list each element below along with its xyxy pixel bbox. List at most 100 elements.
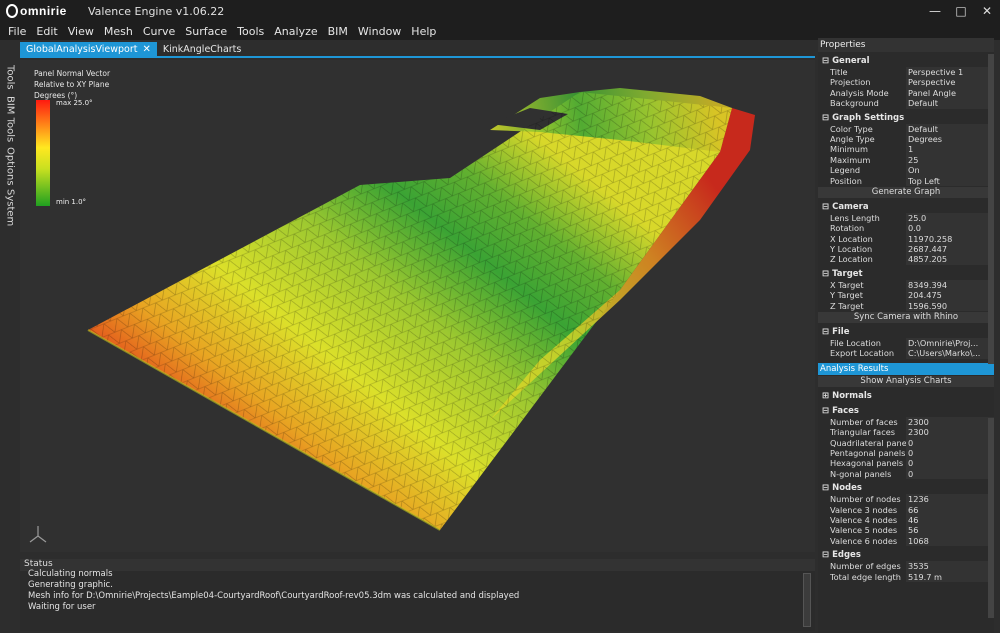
property-row: PositionTop Left▾ bbox=[818, 175, 994, 186]
menu-item-bim[interactable]: BIM bbox=[328, 25, 348, 38]
property-row: Quadrilateral panels 0 bbox=[818, 437, 994, 448]
property-value[interactable]: 204.475 bbox=[906, 290, 994, 301]
property-value[interactable]: 11970.258 bbox=[906, 233, 994, 245]
properties-scrollbar[interactable] bbox=[988, 54, 994, 364]
status-scrollbar[interactable] bbox=[803, 573, 811, 627]
property-label: Triangular faces bbox=[830, 427, 895, 438]
property-value[interactable]: 0.0 bbox=[906, 223, 994, 234]
property-label: Analysis Mode bbox=[830, 87, 889, 98]
show-analysis-charts-button[interactable]: Show Analysis Charts bbox=[818, 375, 994, 387]
property-label: Valence 5 nodes bbox=[830, 525, 898, 536]
property-value[interactable]: 2300 bbox=[906, 416, 994, 428]
properties-title: Properties bbox=[818, 38, 994, 52]
maximize-icon[interactable]: □ bbox=[948, 0, 974, 22]
minimize-icon[interactable]: — bbox=[922, 0, 948, 22]
property-value[interactable]: 0 bbox=[906, 447, 994, 459]
property-value[interactable]: Default bbox=[906, 123, 994, 134]
group-graph-settings[interactable]: ⊟ Graph Settings bbox=[818, 113, 994, 124]
group-general[interactable]: ⊟ General bbox=[818, 56, 994, 67]
group-normals[interactable]: ⊞ Normals bbox=[818, 391, 994, 402]
target-button[interactable]: Sync Camera with Rhino bbox=[818, 312, 994, 324]
property-value[interactable]: 519.7 m bbox=[906, 571, 994, 582]
property-value[interactable]: 1 bbox=[906, 144, 994, 155]
property-value[interactable]: 25 bbox=[906, 154, 994, 166]
property-value[interactable]: 2687.447 bbox=[906, 244, 994, 255]
property-value[interactable]: 46 bbox=[906, 514, 994, 526]
property-value[interactable]: C:\Users\Marko\... bbox=[906, 348, 994, 359]
property-value[interactable]: 25.0 bbox=[906, 212, 994, 224]
menu-item-tools[interactable]: Tools bbox=[237, 25, 264, 38]
tab-kink-angle-charts[interactable]: KinkAngleCharts bbox=[157, 42, 247, 56]
side-tab-options[interactable]: Options bbox=[2, 146, 18, 186]
omnirie-logo: omnirie bbox=[6, 4, 86, 18]
close-icon[interactable]: ✕ bbox=[974, 0, 1000, 22]
property-value[interactable]: 0 bbox=[906, 468, 994, 480]
property-value[interactable]: 8349.394 bbox=[906, 279, 994, 291]
menu-item-view[interactable]: View bbox=[68, 25, 94, 38]
property-value[interactable]: 3535 bbox=[906, 561, 994, 572]
group-file[interactable]: ⊟ File bbox=[818, 327, 994, 338]
property-value[interactable]: 66 bbox=[906, 504, 994, 515]
property-value[interactable]: Degrees bbox=[906, 133, 994, 145]
group-faces[interactable]: ⊟ Faces bbox=[818, 406, 994, 417]
property-row: Analysis ModePanel Angle▾ bbox=[818, 87, 994, 99]
app-title: Valence Engine v1.06.22 bbox=[88, 4, 225, 18]
property-row: Lens Length 25.0 bbox=[818, 212, 994, 224]
status-line: Generating graphic. bbox=[28, 580, 113, 590]
group-nodes[interactable]: ⊟ Nodes bbox=[818, 483, 994, 494]
property-row: File Location D:\Omnirie\Proj... bbox=[818, 338, 994, 349]
property-value[interactable]: 2300 bbox=[906, 427, 994, 438]
menu-item-analyze[interactable]: Analyze bbox=[274, 25, 317, 38]
property-value[interactable]: 0 bbox=[906, 437, 994, 448]
property-row: Y Location 2687.447 bbox=[818, 244, 994, 255]
group-target[interactable]: ⊟ Target bbox=[818, 269, 994, 280]
menu-item-file[interactable]: File bbox=[8, 25, 26, 38]
property-label: Title bbox=[830, 67, 848, 77]
property-label: Total edge length bbox=[830, 571, 901, 582]
side-tabs: Tools BIM Tools Options System bbox=[2, 62, 18, 252]
property-label: Angle Type bbox=[830, 133, 875, 144]
property-value[interactable]: On bbox=[906, 165, 994, 176]
property-value[interactable]: 56 bbox=[906, 525, 994, 536]
menu-item-edit[interactable]: Edit bbox=[36, 25, 57, 38]
menu-item-help[interactable]: Help bbox=[411, 25, 436, 38]
property-label: Pentagonal panels bbox=[830, 447, 906, 458]
property-row: Color TypeDefault▾ bbox=[818, 123, 994, 134]
property-row: Total edge length 519.7 m bbox=[818, 571, 994, 582]
graph-settings-button[interactable]: Generate Graph bbox=[818, 186, 994, 198]
results-scrollbar[interactable] bbox=[988, 418, 994, 618]
group-camera[interactable]: ⊟ Camera bbox=[818, 202, 994, 213]
property-value[interactable]: Perspective bbox=[906, 77, 994, 88]
property-value[interactable]: Panel Angle bbox=[906, 87, 994, 99]
property-value[interactable]: Top Left bbox=[906, 175, 994, 186]
property-label: Valence 3 nodes bbox=[830, 504, 898, 515]
group-edges[interactable]: ⊟ Edges bbox=[818, 550, 994, 561]
menu-item-surface[interactable]: Surface bbox=[185, 25, 227, 38]
side-tab-system[interactable]: System bbox=[2, 189, 18, 226]
property-value[interactable]: 4857.205 bbox=[906, 254, 994, 265]
legend-max-label: max 25.0° bbox=[56, 99, 93, 107]
property-row: Rotation 0.0 bbox=[818, 223, 994, 234]
side-tab-tools[interactable]: Tools bbox=[2, 62, 18, 92]
property-value[interactable]: 0 bbox=[906, 458, 994, 469]
analysis-viewport[interactable]: Panel Normal Vector Relative to XY Plane… bbox=[20, 60, 815, 552]
property-value[interactable]: 1596.590 bbox=[906, 300, 994, 312]
property-label: Background bbox=[830, 98, 879, 109]
tab-global-analysis-viewport[interactable]: GlobalAnalysisViewport ✕ bbox=[20, 42, 157, 56]
side-tab-bim-tools[interactable]: BIM Tools bbox=[2, 96, 18, 142]
property-value[interactable]: 1236 bbox=[906, 494, 994, 505]
property-row: Valence 6 nodes 1068 bbox=[818, 535, 994, 547]
menu-item-mesh[interactable]: Mesh bbox=[104, 25, 133, 38]
property-label: Rotation bbox=[830, 223, 865, 234]
menu-item-window[interactable]: Window bbox=[358, 25, 401, 38]
property-label: Number of faces bbox=[830, 416, 898, 427]
property-value[interactable]: D:\Omnirie\Proj... bbox=[906, 338, 994, 349]
property-label: Projection bbox=[830, 77, 871, 88]
property-value[interactable]: 1068 bbox=[906, 535, 994, 547]
property-label: Export Location bbox=[830, 348, 895, 359]
menu-item-curve[interactable]: Curve bbox=[143, 25, 175, 38]
close-tab-icon[interactable]: ✕ bbox=[142, 44, 150, 55]
property-value[interactable]: Perspective 1 bbox=[906, 67, 994, 78]
property-value[interactable]: Default bbox=[906, 98, 994, 109]
property-row: Triangular faces 2300 bbox=[818, 427, 994, 438]
